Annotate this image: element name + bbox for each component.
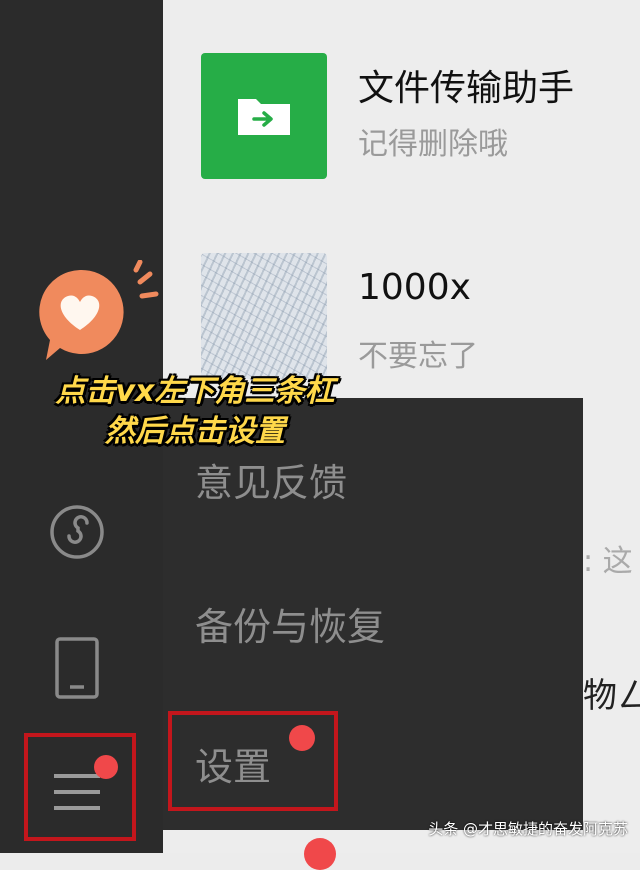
caption-line-2: 然后点击设置 xyxy=(105,414,285,449)
chat-name-partial: 物ㄥ xyxy=(583,676,640,716)
settings-highlight xyxy=(168,711,338,811)
menu-item-feedback[interactable]: 意见反馈 xyxy=(195,452,347,507)
heart-sticker-icon xyxy=(39,260,159,360)
bottom-notification-dot xyxy=(304,838,336,870)
phone-icon[interactable] xyxy=(52,636,102,700)
chat-preview: 记得删除哦 xyxy=(358,127,508,162)
chat-name: 1000x xyxy=(358,267,471,308)
folder-arrow-icon xyxy=(238,99,290,135)
caption-line-1: 点击vx左下角三条杠 xyxy=(55,374,335,409)
file-transfer-avatar xyxy=(201,53,327,179)
menu-item-backup[interactable]: 备份与恢复 xyxy=(195,596,385,651)
chat-name: 文件传输助手 xyxy=(358,68,575,109)
chat-item-file-transfer[interactable]: 文件传输助手 记得删除哦 xyxy=(163,53,640,193)
mini-program-icon[interactable] xyxy=(48,503,106,561)
chat-preview-partial: : 这 xyxy=(583,544,633,579)
watermark: 头条 @才思敏捷的奋发阿克苏 xyxy=(428,820,628,838)
sketch-avatar xyxy=(201,253,327,379)
menu-button-highlight xyxy=(24,733,136,841)
